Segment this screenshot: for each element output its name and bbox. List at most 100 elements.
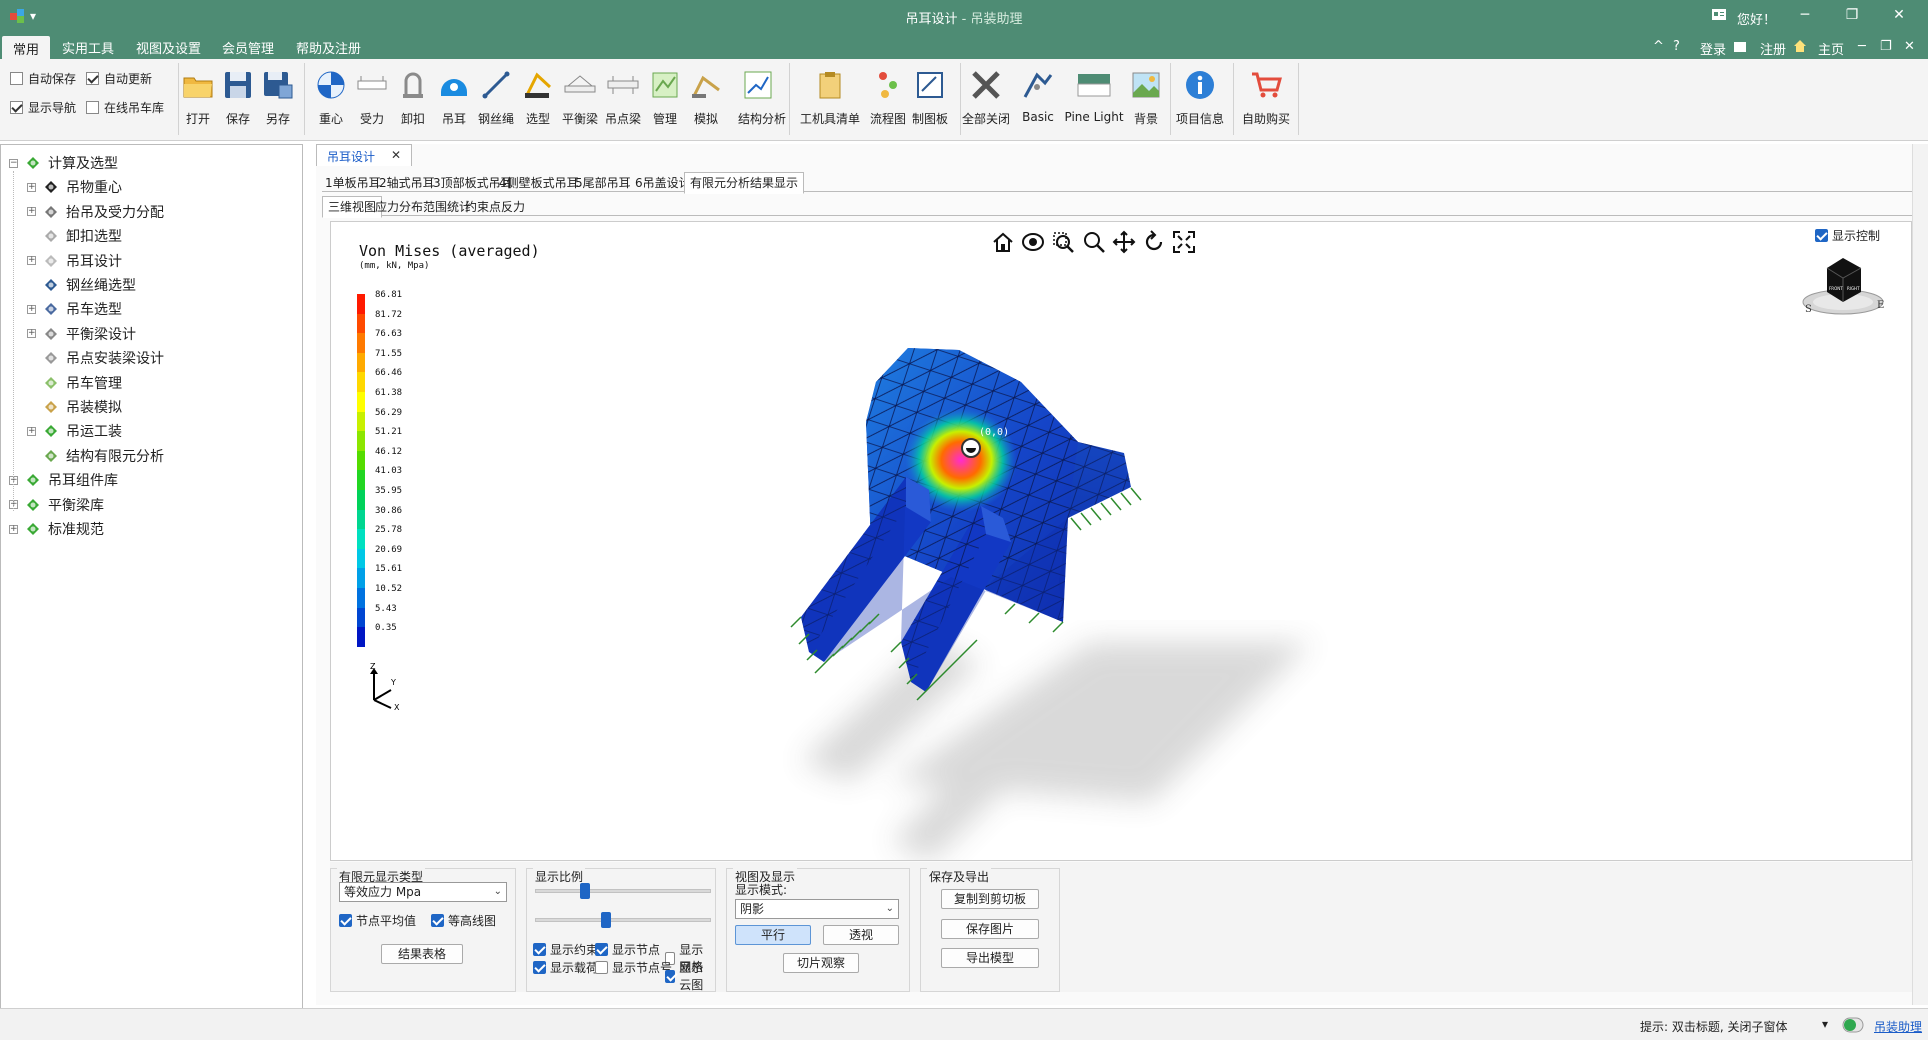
- tab-close-icon[interactable]: ✕: [391, 148, 401, 163]
- view-cube[interactable]: FRONT RIGHT S E: [1801, 248, 1887, 320]
- lug-button[interactable]: 吊耳: [434, 67, 474, 127]
- toggle-icon[interactable]: [1842, 1017, 1864, 1036]
- status-link[interactable]: 吊装助理: [1874, 1018, 1922, 1035]
- menu-member[interactable]: 会员管理: [222, 38, 274, 57]
- ribbon-collapse-icon[interactable]: ^: [1653, 39, 1664, 54]
- expand-icon[interactable]: +: [27, 207, 36, 217]
- register-link[interactable]: 注册: [1760, 39, 1786, 58]
- center-of-gravity-button[interactable]: 重心: [311, 67, 351, 127]
- expand-icon[interactable]: +: [27, 329, 36, 339]
- simulate-button[interactable]: 模拟: [686, 67, 726, 127]
- slice-view-button[interactable]: 切片观察: [783, 953, 859, 973]
- save-button[interactable]: 保存: [218, 67, 258, 127]
- lug-subtab[interactable]: 5尾部吊耳: [572, 174, 634, 191]
- expand-icon[interactable]: +: [27, 426, 36, 436]
- orbit-icon[interactable]: [1021, 230, 1045, 254]
- tool-list-button[interactable]: 工机具清单: [798, 67, 862, 127]
- menu-help-register[interactable]: 帮助及注册: [296, 38, 361, 57]
- ribbon-min-button[interactable]: ─: [1858, 39, 1866, 54]
- force-button[interactable]: 受力: [352, 67, 392, 127]
- tree-item[interactable]: + 吊耳设计: [27, 251, 122, 271]
- display-option-checkbox[interactable]: 显示节点号: [595, 959, 672, 976]
- view-subtab[interactable]: 应力分布范围统计: [372, 198, 474, 215]
- tree-item[interactable]: + 抬吊及受力分配: [27, 202, 164, 222]
- home-link[interactable]: 主页: [1818, 39, 1844, 58]
- lug-subtab[interactable]: 4侧壁板式吊耳: [496, 174, 582, 191]
- ribbon-close-button[interactable]: ✕: [1904, 39, 1915, 54]
- contour-checkbox[interactable]: 等高线图: [431, 912, 496, 929]
- tree-item[interactable]: 钢丝绳选型: [27, 275, 136, 295]
- perspective-button[interactable]: 透视: [823, 925, 899, 945]
- self-purchase-button[interactable]: 自助购买: [1238, 67, 1294, 127]
- structure-analysis-button[interactable]: 结构分析: [738, 67, 786, 127]
- expand-icon[interactable]: +: [9, 524, 18, 534]
- export-model-button[interactable]: 导出模型: [941, 948, 1039, 968]
- tree-item[interactable]: 吊车管理: [27, 373, 122, 393]
- menu-view-settings[interactable]: 视图及设置: [136, 38, 201, 57]
- manage-button[interactable]: 管理: [645, 67, 685, 127]
- scale-slider-2[interactable]: [535, 912, 711, 928]
- shackle-button[interactable]: 卸扣: [393, 67, 433, 127]
- tree-item[interactable]: 吊装模拟: [27, 397, 122, 417]
- parallel-button[interactable]: 平行: [735, 925, 811, 945]
- background-button[interactable]: 背景: [1128, 67, 1164, 127]
- tree-item[interactable]: 吊点安装梁设计: [27, 348, 164, 368]
- vertical-scrollbar[interactable]: [1912, 144, 1928, 1005]
- expand-icon[interactable]: +: [27, 256, 36, 266]
- theme-pine-light-button[interactable]: Pine Light: [1060, 67, 1128, 124]
- auto-update-checkbox[interactable]: 自动更新: [86, 70, 152, 87]
- user-card-icon[interactable]: [1712, 9, 1726, 23]
- display-option-checkbox[interactable]: 显示节点: [595, 941, 660, 958]
- tree-item[interactable]: + 标准规范: [9, 519, 104, 539]
- expand-icon[interactable]: +: [27, 304, 36, 314]
- scale-slider-1[interactable]: [535, 883, 711, 899]
- zoom-icon[interactable]: [1082, 230, 1106, 254]
- home-icon[interactable]: [991, 230, 1015, 254]
- lifting-beam-button[interactable]: 吊点梁: [603, 67, 643, 127]
- save-image-button[interactable]: 保存图片: [941, 919, 1039, 939]
- display-option-checkbox[interactable]: 显示云图: [665, 959, 715, 993]
- tree-item[interactable]: + 吊运工装: [27, 421, 122, 441]
- fe-viewport[interactable]: (0,0) Von Mises (averaged) (mm, kN, Mpa)…: [330, 221, 1912, 861]
- tree-item[interactable]: 结构有限元分析: [27, 446, 164, 466]
- slider-knob[interactable]: [580, 883, 591, 899]
- tree-item[interactable]: + 平衡梁设计: [27, 324, 136, 344]
- lug-subtab[interactable]: 有限元分析结果显示: [684, 172, 805, 194]
- minimize-button[interactable]: ─: [1790, 7, 1820, 23]
- fe-type-select[interactable]: 等效应力 Mpa ⌄: [339, 882, 507, 902]
- fit-icon[interactable]: [1172, 230, 1196, 254]
- online-crane-lib-checkbox[interactable]: 在线吊车库: [86, 99, 164, 116]
- show-nav-checkbox[interactable]: 显示导航: [10, 99, 76, 116]
- collapse-icon[interactable]: −: [9, 158, 18, 168]
- rotate-icon[interactable]: [1142, 230, 1166, 254]
- close-all-button[interactable]: 全部关闭: [958, 67, 1014, 127]
- zoom-window-icon[interactable]: [1051, 230, 1075, 254]
- tree-item[interactable]: + 吊车选型: [27, 299, 122, 319]
- tree-item[interactable]: + 吊耳组件库: [9, 470, 118, 490]
- view-subtab[interactable]: 约束点反力: [462, 198, 528, 215]
- status-dropdown-icon[interactable]: ▾: [1822, 1017, 1828, 1031]
- tree-item[interactable]: + 平衡梁库: [9, 495, 104, 515]
- pan-icon[interactable]: [1112, 230, 1136, 254]
- wire-rope-button[interactable]: 钢丝绳: [476, 67, 516, 127]
- slider-knob[interactable]: [601, 912, 612, 928]
- lug-subtab[interactable]: 2轴式吊耳: [376, 174, 438, 191]
- maximize-button[interactable]: ❐: [1837, 7, 1867, 23]
- help-icon[interactable]: ?: [1673, 39, 1680, 54]
- expand-icon[interactable]: +: [27, 182, 36, 192]
- project-info-button[interactable]: 项目信息: [1172, 67, 1228, 127]
- tree-item[interactable]: 卸扣选型: [27, 226, 122, 246]
- tree-item[interactable]: + 吊物重心: [27, 177, 122, 197]
- drawing-board-button[interactable]: 制图板: [910, 67, 950, 127]
- auto-save-checkbox[interactable]: 自动保存: [10, 70, 76, 87]
- crane-select-button[interactable]: 选型: [518, 67, 558, 127]
- theme-basic-button[interactable]: Basic: [1014, 67, 1062, 124]
- login-link[interactable]: 登录: [1700, 39, 1726, 58]
- copy-clipboard-button[interactable]: 复制到剪切板: [941, 889, 1039, 909]
- display-option-checkbox[interactable]: 显示载荷: [533, 959, 598, 976]
- tab-lug-design[interactable]: 吊耳设计 ✕: [316, 144, 413, 166]
- display-option-checkbox[interactable]: 显示约束: [533, 941, 598, 958]
- menu-tools[interactable]: 实用工具: [62, 38, 114, 57]
- flowchart-button[interactable]: 流程图: [868, 67, 908, 127]
- node-average-checkbox[interactable]: 节点平均值: [339, 912, 416, 929]
